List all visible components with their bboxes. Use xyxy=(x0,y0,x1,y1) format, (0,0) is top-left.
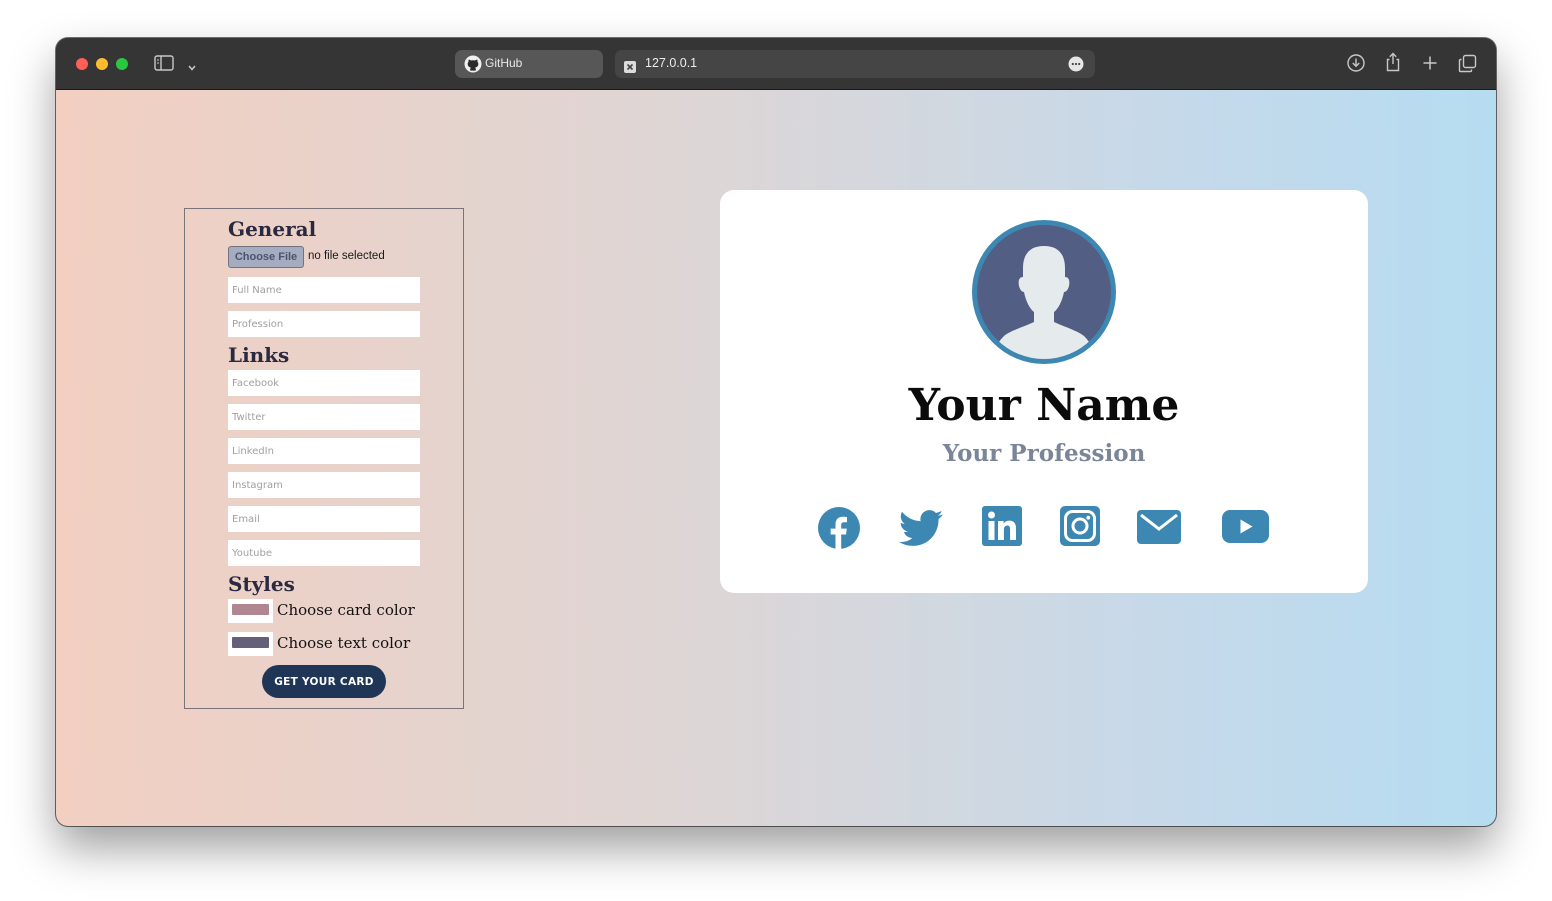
card-profession: Your Profession xyxy=(942,440,1146,467)
chevron-down-icon[interactable] xyxy=(187,58,197,77)
github-icon xyxy=(464,55,482,77)
instagram-icon[interactable] xyxy=(1060,506,1100,546)
title-bar: GitHub 127.0.0.1 xyxy=(56,38,1496,90)
minimize-window-button[interactable] xyxy=(96,58,108,70)
new-tab-icon[interactable] xyxy=(1422,55,1438,75)
section-title-links: Links xyxy=(228,343,290,367)
close-window-button[interactable] xyxy=(76,58,88,70)
text-color-swatch xyxy=(232,637,269,648)
facebook-icon[interactable] xyxy=(817,506,861,550)
address-text[interactable]: 127.0.0.1 xyxy=(645,56,697,70)
text-color-picker[interactable] xyxy=(228,632,273,656)
instagram-input[interactable] xyxy=(228,472,420,498)
user-silhouette-icon xyxy=(977,225,1111,359)
share-icon[interactable] xyxy=(1384,52,1402,76)
section-title-general: General xyxy=(228,217,317,241)
card-color-label: Choose card color xyxy=(277,601,415,619)
profile-card-preview: Your Name Your Profession xyxy=(720,190,1368,593)
youtube-input[interactable] xyxy=(228,540,420,566)
email-input[interactable] xyxy=(228,506,420,532)
choose-file-button[interactable]: Choose File xyxy=(228,246,304,268)
avatar xyxy=(972,220,1116,364)
page-content: General Choose File no file selected Lin… xyxy=(56,90,1496,826)
close-icon[interactable] xyxy=(624,58,636,77)
card-name: Your Name xyxy=(908,380,1180,431)
tab-github[interactable]: GitHub xyxy=(455,50,603,78)
tab-overview-icon[interactable] xyxy=(1458,54,1477,77)
download-icon[interactable] xyxy=(1347,54,1365,76)
tab-title: GitHub xyxy=(485,56,523,70)
browser-window: GitHub 127.0.0.1 General Choose File no … xyxy=(56,38,1496,826)
facebook-input[interactable] xyxy=(228,370,420,396)
sidebar-toggle-icon[interactable] xyxy=(154,55,174,75)
card-color-swatch xyxy=(232,604,269,615)
card-color-picker[interactable] xyxy=(228,599,273,623)
profession-input[interactable] xyxy=(228,311,420,337)
full-name-input[interactable] xyxy=(228,277,420,303)
twitter-icon[interactable] xyxy=(899,506,943,550)
linkedin-input[interactable] xyxy=(228,438,420,464)
more-options-icon[interactable] xyxy=(1068,56,1084,76)
twitter-input[interactable] xyxy=(228,404,420,430)
tab-localhost[interactable]: 127.0.0.1 xyxy=(615,50,1095,78)
linkedin-icon[interactable] xyxy=(982,506,1022,546)
email-icon[interactable] xyxy=(1137,510,1181,544)
get-your-card-button[interactable]: GET YOUR CARD xyxy=(262,665,386,698)
section-title-styles: Styles xyxy=(228,572,295,596)
zoom-window-button[interactable] xyxy=(116,58,128,70)
file-status: no file selected xyxy=(308,250,385,262)
youtube-icon[interactable] xyxy=(1222,510,1269,543)
text-color-label: Choose text color xyxy=(277,634,411,652)
card-builder-form: General Choose File no file selected Lin… xyxy=(184,208,464,709)
